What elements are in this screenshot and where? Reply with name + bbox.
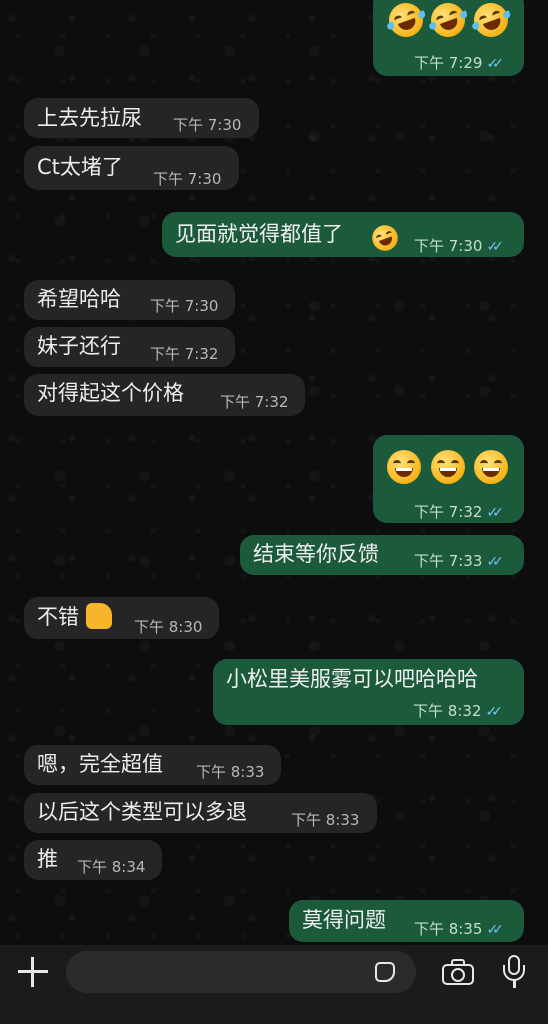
message-time: 下午 7:32: [414, 503, 483, 521]
message-bubble-incoming[interactable]: 妹子还行 下午 7:32: [24, 327, 235, 367]
message-bubble-outgoing[interactable]: 下午 7:32 ✓✓: [373, 435, 524, 523]
camera-icon[interactable]: [442, 959, 474, 985]
message-text: Ct太堵了: [37, 155, 123, 179]
message-text: 结束等你反馈: [253, 542, 379, 566]
message-bubble-outgoing[interactable]: 小松里美服雾可以吧哈哈哈 下午 8:32 ✓✓: [213, 659, 524, 725]
read-ticks-icon: ✓✓: [486, 922, 504, 938]
laughing-emoji-icon: [368, 221, 402, 255]
sticker-icon[interactable]: [375, 962, 395, 982]
message-text: 以后这个类型可以多退: [37, 800, 247, 824]
laughing-emoji-icon: [426, 0, 470, 42]
message-time: 下午 8:32: [413, 702, 482, 720]
message-time: 下午 8:33: [291, 811, 360, 829]
message-time: 下午 7:30: [173, 116, 242, 134]
message-bubble-outgoing[interactable]: 结束等你反馈 下午 7:33 ✓✓: [240, 535, 524, 575]
message-text: 上去先拉尿: [37, 106, 142, 130]
read-ticks-icon: ✓✓: [486, 56, 504, 72]
message-text: 妹子还行: [37, 334, 121, 358]
message-time: 下午 7:30: [414, 237, 483, 255]
message-bubble-outgoing[interactable]: 见面就觉得都值了 下午 7:30 ✓✓: [162, 212, 524, 257]
message-text: 不错: [37, 605, 79, 629]
message-text: 希望哈哈: [37, 287, 121, 311]
message-time: 下午 7:29: [414, 54, 483, 72]
thumbs-up-emoji-icon: [86, 603, 112, 629]
message-input-bar: [0, 945, 548, 1024]
message-time: 下午 8:34: [77, 858, 146, 876]
message-bubble-incoming[interactable]: 不错 下午 8:30: [24, 597, 219, 639]
message-time: 下午 7:30: [153, 170, 222, 188]
laughing-emoji-icon: [384, 0, 428, 42]
message-bubble-incoming[interactable]: 对得起这个价格 下午 7:32: [24, 374, 305, 416]
message-input[interactable]: [66, 951, 416, 993]
message-time: 下午 7:30: [150, 297, 219, 315]
laughing-emoji-icon: [469, 0, 513, 42]
message-time: 下午 8:35: [414, 920, 483, 938]
message-text: 小松里美服雾可以吧哈哈哈: [226, 667, 478, 691]
grinning-emoji-icon: [431, 450, 465, 484]
read-ticks-icon: ✓✓: [486, 239, 504, 255]
message-bubble-outgoing[interactable]: 莫得问题 下午 8:35 ✓✓: [289, 900, 524, 942]
message-bubble-incoming[interactable]: 推 下午 8:34: [24, 840, 162, 880]
read-ticks-icon: ✓✓: [486, 554, 504, 570]
message-bubble-incoming[interactable]: 希望哈哈 下午 7:30: [24, 280, 235, 320]
message-bubble-incoming[interactable]: 嗯，完全超值 下午 8:33: [24, 745, 281, 785]
grinning-emoji-icon: [387, 450, 421, 484]
message-bubble-outgoing[interactable]: 下午 7:29 ✓✓: [373, 0, 524, 76]
message-text: 见面就觉得都值了: [175, 222, 343, 246]
plus-icon[interactable]: [18, 957, 48, 987]
message-time: 下午 7:32: [150, 345, 219, 363]
message-text: 推: [37, 847, 58, 871]
message-time: 下午 8:33: [196, 763, 265, 781]
message-text: 嗯，完全超值: [37, 752, 163, 776]
read-ticks-icon: ✓✓: [486, 505, 504, 521]
grinning-emoji-icon: [474, 450, 508, 484]
read-ticks-icon: ✓✓: [485, 704, 503, 720]
message-time: 下午 7:33: [414, 552, 483, 570]
message-bubble-incoming[interactable]: 以后这个类型可以多退 下午 8:33: [24, 793, 377, 833]
message-bubble-incoming[interactable]: Ct太堵了 下午 7:30: [24, 146, 239, 190]
message-time: 下午 7:32: [220, 393, 289, 411]
message-text: 莫得问题: [302, 908, 386, 932]
message-text: 对得起这个价格: [37, 381, 184, 405]
microphone-icon[interactable]: [503, 955, 525, 989]
message-time: 下午 8:30: [134, 618, 203, 636]
message-bubble-incoming[interactable]: 上去先拉尿 下午 7:30: [24, 98, 259, 138]
